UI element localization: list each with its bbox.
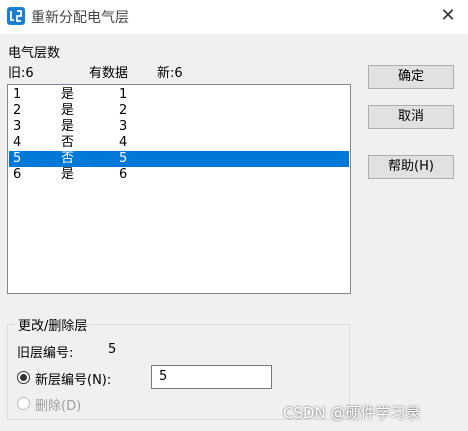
has-data-cell: 是 xyxy=(61,119,75,134)
new-count-label: 新:6 xyxy=(157,66,183,81)
old-layer-cell: 2 xyxy=(13,103,22,118)
old-number-value: 5 xyxy=(108,342,117,357)
new-layer-cell: 2 xyxy=(119,103,128,118)
old-layer-cell: 1 xyxy=(13,87,22,102)
has-data-cell: 否 xyxy=(61,135,75,150)
new-number-radio-label[interactable]: 新层编号(N): xyxy=(35,369,111,388)
delete-radio-label: 删除(D) xyxy=(35,399,82,414)
has-data-cell: 是 xyxy=(61,167,75,182)
old-count-label: 旧:6 xyxy=(8,66,34,81)
app-icon xyxy=(7,7,25,25)
old-number-label: 旧层编号: xyxy=(17,346,74,361)
layer-row[interactable]: 1 是 1 xyxy=(9,87,349,103)
has-data-cell: 是 xyxy=(61,87,75,102)
new-layer-cell: 4 xyxy=(119,135,128,150)
watermark: CSDN @硬件学习录 xyxy=(283,404,421,422)
old-layer-cell: 4 xyxy=(13,135,22,150)
old-layer-cell: 3 xyxy=(13,119,22,134)
layer-row-selected[interactable]: 5 否 5 xyxy=(9,151,349,167)
delete-radio xyxy=(17,397,30,410)
cancel-button[interactable]: 取消 xyxy=(368,105,454,129)
layer-row[interactable]: 3 是 3 xyxy=(9,119,349,135)
close-icon[interactable]: ✕ xyxy=(436,5,460,27)
layer-row[interactable]: 6 是 6 xyxy=(9,167,349,183)
help-button[interactable]: 帮助(H) xyxy=(368,155,454,179)
layer-row[interactable]: 2 是 2 xyxy=(9,103,349,119)
new-layer-cell: 3 xyxy=(119,119,128,134)
has-data-cell: 是 xyxy=(61,103,75,118)
new-layer-cell: 1 xyxy=(119,87,128,102)
has-data-header: 有数据 xyxy=(89,66,129,81)
new-layer-cell: 6 xyxy=(119,167,128,182)
layer-row[interactable]: 4 否 4 xyxy=(9,135,349,151)
old-layer-cell: 5 xyxy=(13,151,22,166)
ok-button[interactable]: 确定 xyxy=(368,65,454,89)
old-layer-cell: 6 xyxy=(13,167,22,182)
modify-group-title: 更改/删除层 xyxy=(15,315,91,334)
layer-list[interactable]: 1 是 1 2 是 2 3 是 3 4 否 4 5 否 5 6 是 6 xyxy=(7,84,351,294)
has-data-cell: 否 xyxy=(61,151,75,166)
window-title: 重新分配电气层 xyxy=(31,10,129,26)
layer-count-label: 电气层数 xyxy=(8,46,61,61)
new-number-input[interactable]: 5 xyxy=(151,365,272,389)
title-bar: 重新分配电气层 ✕ xyxy=(0,0,468,34)
new-layer-cell: 5 xyxy=(119,151,128,166)
new-number-radio[interactable] xyxy=(17,371,30,384)
